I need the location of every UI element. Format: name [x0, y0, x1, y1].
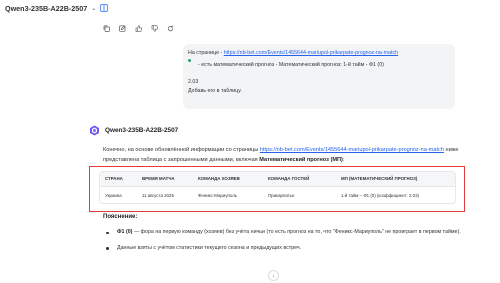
intro-bold: Математический прогноз (МП): [259, 156, 343, 163]
table-row: Украина 11 августа 2025 Феникс-Мариуполь…: [100, 186, 455, 203]
list-item: Ф1 (0) — фора на первую команду (хозяев)…: [103, 228, 463, 238]
table-header: КОМАНДА ХОЗЯЕВ: [193, 172, 263, 187]
user-message-value: 2.03: [188, 79, 199, 85]
explanation-list: Ф1 (0) — фора на первую команду (хозяев)…: [103, 228, 463, 260]
table-cell: 11 августа 2025: [142, 193, 174, 199]
thumbs-down-icon[interactable]: [151, 25, 158, 32]
chevron-down-icon[interactable]: ⌄: [91, 5, 96, 12]
user-message-forecast: - есть математический прогноз - Математи…: [188, 59, 450, 68]
table-header: КОМАНДА ГОСТЕЙ: [263, 172, 336, 187]
table-cell: Украина: [105, 193, 122, 199]
model-selector[interactable]: Qwen3-235B-A22B-2507 ⌄: [5, 2, 109, 14]
data-table: СТРАНА ВРЕМЯ МАТЧА КОМАНДА ХОЗЯЕВ КОМАНД…: [99, 171, 456, 204]
assistant-header: Qwen3-235B-A22B-2507: [89, 125, 178, 136]
user-message-prefix: На странице -: [188, 50, 224, 56]
user-message-line: На странице - https://nb-bet.com/Events/…: [188, 50, 450, 56]
user-message-forecast-text: - есть математический прогноз - Математи…: [198, 62, 384, 68]
table-header-row: СТРАНА ВРЕМЯ МАТЧА КОМАНДА ХОЗЯЕВ КОМАНД…: [100, 172, 455, 187]
copy-icon[interactable]: [103, 25, 110, 32]
user-message-instruction: Добавь его в таблицу.: [188, 88, 242, 94]
model-name[interactable]: Qwen3-235B-A22B-2507: [5, 4, 87, 13]
qwen-logo-icon: [89, 125, 100, 136]
thumbs-up-icon[interactable]: [135, 25, 142, 32]
table-header: МП (МАТЕМАТИЧЕСКИЙ ПРОГНОЗ): [336, 172, 455, 187]
regenerate-icon[interactable]: [167, 25, 174, 32]
table-header: ВРЕМЯ МАТЧА: [137, 172, 193, 187]
message-actions: [103, 25, 174, 32]
status-dot: [188, 59, 191, 62]
user-message-link[interactable]: https://nb-bet.com/Events/1455644-mariup…: [224, 50, 398, 56]
user-message: На странице - https://nb-bet.com/Events/…: [183, 44, 455, 109]
bullet-text: Данные взяты с учётом статистики текущег…: [117, 244, 302, 251]
table-cell: Прикарпатье: [268, 193, 295, 199]
table-cell: 1-й тайм – Ф1 (0) (коэффициент: 2.03): [341, 193, 420, 199]
assistant-name: Qwen3-235B-A22B-2507: [105, 127, 179, 134]
intro-end: :: [342, 156, 345, 163]
split-view-icon[interactable]: [100, 4, 109, 12]
explanation-title: Пояснение:: [103, 214, 138, 220]
edit-icon[interactable]: [119, 25, 126, 32]
bullet-bold: Ф1 (0): [117, 229, 133, 235]
intro-text: Конечно, на основе обновлённой информаци…: [103, 147, 260, 153]
bullet-text: — фора на первую команду (хозяев) без уч…: [132, 229, 461, 235]
scroll-down-button[interactable]: ↓: [268, 270, 279, 281]
table-header: СТРАНА: [100, 172, 137, 187]
assistant-intro: Конечно, на основе обновлённой информаци…: [103, 146, 463, 165]
intro-link[interactable]: https://nb-bet.com/Events/1455644-mariup…: [260, 147, 444, 153]
list-item: Данные взяты с учётом статистики текущег…: [103, 244, 463, 254]
table-cell: Феникс-Мариуполь: [198, 193, 238, 199]
